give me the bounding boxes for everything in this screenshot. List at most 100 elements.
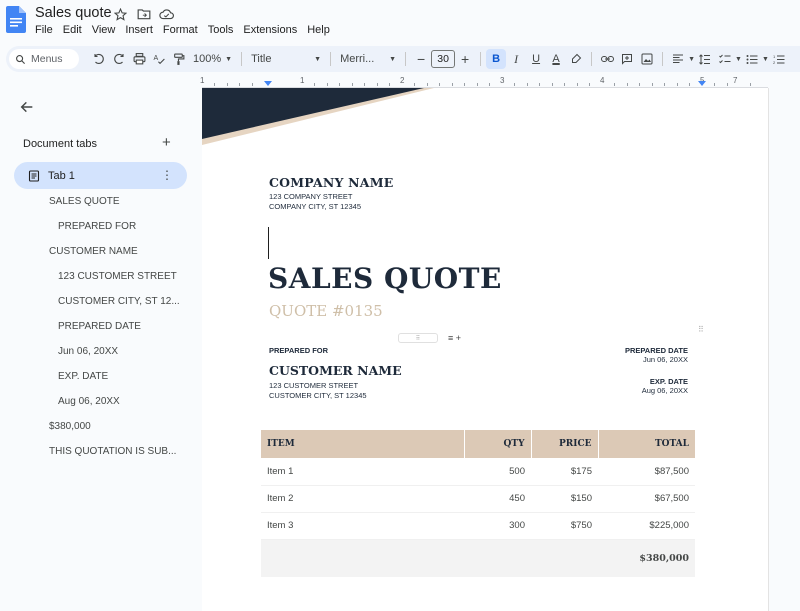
column-header-total: TOTAL [598,430,695,458]
menu-file[interactable]: File [30,24,58,36]
drag-handle-icon[interactable]: ⠿ [698,325,706,335]
total-cell[interactable]: $67,500 [598,485,695,513]
menus-search-input[interactable]: Menus [9,49,79,69]
menu-view[interactable]: View [87,24,121,36]
outline-item[interactable]: CUSTOMER NAME [49,246,138,257]
cloud-saved-icon[interactable] [159,7,174,21]
zoom-select[interactable]: 100% ▼ [189,53,236,65]
price-cell[interactable]: $750 [531,512,598,540]
table-options-icon[interactable]: ≡ + [448,333,461,343]
ruler-tick [527,83,528,86]
right-indent-marker[interactable] [698,81,706,86]
total-row: $380,000 [261,539,695,577]
star-icon[interactable] [113,7,128,21]
ruler-tick [389,83,390,86]
ruler-tick [464,83,465,86]
outline-item[interactable]: SALES QUOTE [49,196,120,207]
back-arrow-icon[interactable] [19,99,35,115]
item-cell[interactable]: Item 1 [261,458,464,486]
docs-logo-icon[interactable] [6,6,26,33]
tab-1[interactable]: Tab 1 ⋮ [14,162,187,189]
outline-item[interactable]: THIS QUOTATION IS SUB... [49,446,176,457]
decrease-font-size-button[interactable]: − [411,49,431,69]
spellcheck-icon[interactable]: A [149,49,169,69]
chevron-down-icon[interactable]: ▼ [688,56,695,63]
line-spacing-icon[interactable] [695,49,715,69]
numbered-list-icon[interactable]: 12 [769,49,789,69]
zoom-value: 100% [193,53,222,65]
total-cell[interactable]: $87,500 [598,458,695,486]
menu-insert[interactable]: Insert [120,24,158,36]
document-page[interactable]: COMPANY NAME 123 COMPANY STREET COMPANY … [202,88,769,611]
paint-format-icon[interactable] [169,49,189,69]
grand-total[interactable]: $380,000 [598,539,695,577]
total-cell[interactable]: $225,000 [598,512,695,540]
svg-text:A: A [153,55,158,62]
item-cell[interactable]: Item 2 [261,485,464,513]
outline-item[interactable]: PREPARED FOR [58,221,136,232]
ruler-label: 1 [200,76,205,85]
outline-item[interactable]: 123 CUSTOMER STREET [58,271,177,282]
menu-format[interactable]: Format [158,24,203,36]
total-spacer-cell[interactable] [261,539,598,577]
link-icon[interactable] [597,49,617,69]
outline-item[interactable]: EXP. DATE [58,371,108,382]
qty-cell[interactable]: 300 [464,512,531,540]
print-icon[interactable] [129,49,149,69]
outline-item[interactable]: $380,000 [49,421,91,432]
document-title[interactable]: Sales quote [35,5,112,21]
toolbar-divider [330,52,332,66]
redo-icon[interactable] [109,49,129,69]
style-select[interactable]: Title ▼ [247,53,325,65]
bold-button[interactable]: B [486,49,507,69]
price-cell[interactable]: $175 [531,458,598,486]
font-size-input[interactable]: 30 [431,50,456,68]
table-row: Item 3 300 $750 $225,000 [261,512,695,540]
menu-extensions[interactable]: Extensions [238,24,302,36]
outline-item[interactable]: PREPARED DATE [58,321,141,332]
svg-text:2: 2 [773,60,776,65]
table-toolbar[interactable]: ⠿ ≡ + [398,332,468,344]
chevron-down-icon[interactable]: ▼ [735,56,742,63]
company-street: 123 COMPANY STREET [269,192,353,201]
price-cell[interactable]: $150 [531,485,598,513]
menu-edit[interactable]: Edit [58,24,87,36]
outline-item[interactable]: Aug 06, 20XX [58,396,120,407]
ruler-tick [714,83,715,86]
menu-tools[interactable]: Tools [203,24,239,36]
move-folder-icon[interactable] [136,7,151,21]
undo-icon[interactable] [89,49,109,69]
qty-cell[interactable]: 500 [464,458,531,486]
horizontal-ruler[interactable]: 1 1 2 3 4 5 6 7 [200,76,768,88]
ruler-tick [377,83,378,86]
outline-item[interactable]: CUSTOMER CITY, ST 12... [58,296,180,307]
add-tab-icon[interactable]: + [162,134,171,151]
highlight-icon[interactable] [566,49,586,69]
ruler-tick [439,83,440,86]
checklist-icon[interactable] [715,49,735,69]
align-left-icon[interactable] [668,49,688,69]
comment-icon[interactable] [617,49,637,69]
text-color-button[interactable]: A [546,49,566,69]
items-table[interactable]: ITEM QTY PRICE TOTAL Item 1 500 $175 $87… [261,430,695,577]
menu-help[interactable]: Help [302,24,335,36]
bulleted-list-icon[interactable] [742,49,762,69]
menu-bar: File Edit View Insert Format Tools Exten… [30,24,335,36]
table-row: Item 2 450 $150 $67,500 [261,485,695,513]
chevron-down-icon[interactable]: ▼ [762,56,769,63]
italic-button[interactable]: I [506,49,526,69]
insert-image-icon[interactable] [637,49,657,69]
item-cell[interactable]: Item 3 [261,512,464,540]
ruler-tick [552,83,553,86]
left-indent-marker[interactable] [264,81,272,86]
increase-font-size-button[interactable]: + [455,49,475,69]
more-vert-icon[interactable]: ⋮ [161,168,173,182]
font-select[interactable]: Merri... ▼ [336,53,400,65]
underline-button[interactable]: U [526,49,546,69]
outline-item[interactable]: Jun 06, 20XX [58,346,118,357]
drag-handle-icon[interactable]: ⠿ [398,333,438,343]
ruler-tick [339,83,340,86]
prepared-date-label: PREPARED DATE [624,346,688,355]
document-heading: SALES QUOTE [268,262,502,295]
qty-cell[interactable]: 450 [464,485,531,513]
